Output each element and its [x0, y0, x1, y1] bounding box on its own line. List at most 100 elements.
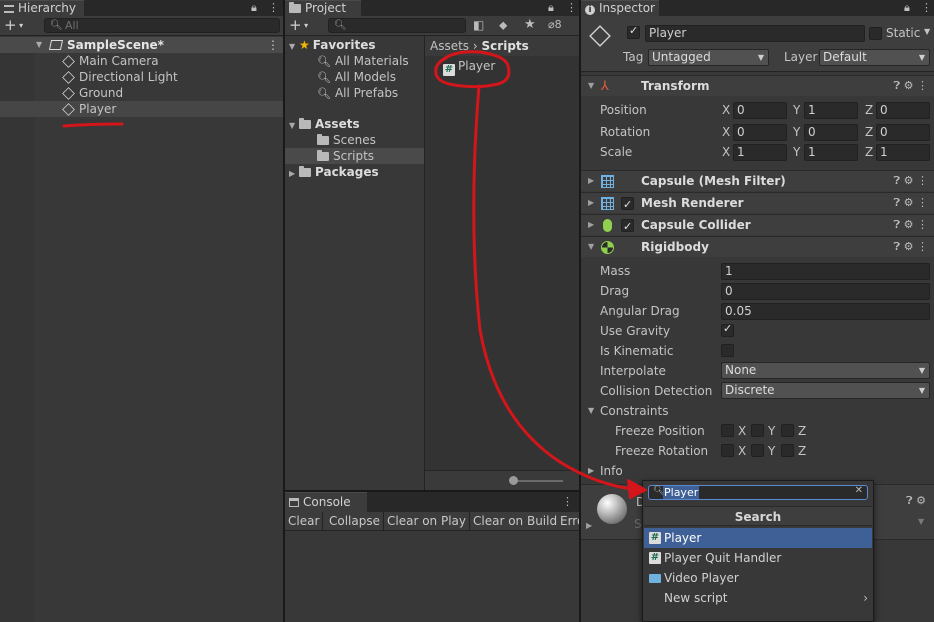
icon-size-slider-track[interactable] — [515, 480, 563, 482]
capsule-collider-enabled-checkbox[interactable] — [621, 217, 634, 237]
position-z-field[interactable]: 0 — [876, 102, 930, 119]
position-y-field[interactable]: 1 — [804, 102, 858, 119]
expand-triangle-icon[interactable]: ▼ — [588, 406, 594, 415]
rotation-z-field[interactable]: 0 — [876, 124, 930, 141]
hierarchy-search-input[interactable]: 🔍︎ All — [44, 18, 280, 33]
kebab-menu-icon[interactable]: ⋮ — [562, 495, 573, 508]
script-asset-player[interactable]: # Player — [425, 58, 579, 76]
use-gravity-checkbox[interactable] — [721, 322, 734, 337]
kebab-menu-icon[interactable]: ⋮ — [566, 1, 577, 14]
capsule-collider-header[interactable]: ▶ Capsule Collider ❓︎ ⚙︎ ⋮ — [581, 214, 934, 237]
freeze-position-y-checkbox[interactable] — [751, 424, 764, 437]
hierarchy-item[interactable]: Ground — [0, 85, 283, 101]
constraints-foldout[interactable]: Constraints — [600, 404, 668, 418]
freeze-position-z-checkbox[interactable] — [781, 424, 794, 437]
breadcrumb-assets[interactable]: Assets — [430, 39, 469, 53]
scale-y-field[interactable]: 1 — [804, 144, 858, 161]
console-clear-on-build-button[interactable]: Clear on Build — [470, 512, 562, 530]
collapsed-triangle-icon[interactable]: ▶ — [588, 466, 594, 475]
tab-inspector[interactable]: i Inspector — [581, 0, 659, 16]
lock-icon[interactable]: 🔒︎ — [904, 1, 910, 15]
rotation-x-field[interactable]: 0 — [733, 124, 787, 141]
mesh-filter-header[interactable]: ▶ Capsule (Mesh Filter) ❓︎ ⚙︎ ⋮ — [581, 170, 934, 191]
search-by-type-icon[interactable]: ◧ — [473, 18, 484, 32]
object-name-field[interactable]: Player — [645, 25, 865, 42]
interpolate-dropdown[interactable]: None ▼ — [721, 362, 930, 379]
console-error-pause-button[interactable]: Erro — [557, 512, 579, 530]
shader-dropdown-arrow-icon[interactable]: ▼ — [918, 517, 924, 526]
scene-row[interactable]: ▼ SampleScene* ⋮ — [0, 37, 283, 53]
tag-dropdown[interactable]: Untagged ▼ — [648, 49, 769, 66]
static-dropdown-arrow-icon[interactable]: ▼ — [924, 27, 930, 36]
create-asset-button[interactable]: + ▾ — [289, 17, 308, 34]
angular-drag-field[interactable]: 0.05 — [721, 303, 930, 320]
static-checkbox[interactable] — [869, 27, 882, 40]
component-help-settings-menu-icons[interactable]: ❓︎ ⚙︎ ⋮ — [894, 193, 928, 213]
gameobject-header: Player Static ▼ Tag Untagged▼ Layer Defa… — [581, 16, 934, 72]
freeze-rotation-x-checkbox[interactable] — [721, 444, 734, 457]
tab-console[interactable]: Console — [285, 492, 367, 512]
freeze-rotation-y-checkbox[interactable] — [751, 444, 764, 457]
mesh-renderer-header[interactable]: ▶ Mesh Renderer ❓︎ ⚙︎ ⋮ — [581, 192, 934, 215]
mesh-renderer-enabled-checkbox[interactable] — [621, 195, 634, 215]
kebab-menu-icon[interactable]: ⋮ — [921, 1, 932, 14]
gameobject-large-icon — [589, 25, 611, 47]
kebab-menu-icon[interactable]: ⋮ — [268, 1, 279, 14]
favorites-folder[interactable]: ▼ ★ Favorites — [285, 37, 424, 53]
expand-triangle-icon: ▼ — [588, 81, 595, 90]
icon-size-slider-handle[interactable] — [509, 476, 518, 485]
hierarchy-item[interactable]: Directional Light — [0, 69, 283, 85]
asset-folder-item-selected[interactable]: Scripts — [285, 148, 424, 164]
favorite-item[interactable]: 🔍︎ All Models — [285, 69, 424, 85]
transform-header[interactable]: ▼ ⅄ Transform ❓︎ ⚙︎ ⋮ — [581, 75, 934, 96]
position-x-field[interactable]: 0 — [733, 102, 787, 119]
hierarchy-item-selected[interactable]: Player — [0, 101, 283, 117]
collapsed-triangle-icon[interactable]: ▶ — [586, 521, 592, 530]
hierarchy-item[interactable]: Main Camera — [0, 53, 283, 69]
component-help-settings-menu-icons[interactable]: ❓︎ ⚙︎ ⋮ — [894, 76, 928, 96]
component-help-settings-menu-icons[interactable]: ❓︎ ⚙︎ ⋮ — [894, 215, 928, 235]
search-by-label-icon[interactable]: ⬥ — [499, 18, 507, 33]
freeze-position-x-checkbox[interactable] — [721, 424, 734, 437]
drag-field[interactable]: 0 — [721, 283, 930, 300]
console-collapse-button[interactable]: Collapse — [326, 512, 384, 530]
search-icon: 🔍︎ — [50, 20, 63, 31]
scale-x-field[interactable]: 1 — [733, 144, 787, 161]
popup-item-player[interactable]: # Player — [644, 528, 872, 548]
favorite-item[interactable]: 🔍︎ All Prefabs — [285, 85, 424, 101]
popup-item-video-player[interactable]: Video Player — [644, 568, 872, 588]
console-clear-on-play-button[interactable]: Clear on Play — [384, 512, 470, 530]
tab-project[interactable]: Project — [285, 0, 361, 16]
rigidbody-header[interactable]: ▼ Rigidbody ❓︎ ⚙︎ ⋮ — [581, 236, 934, 257]
favorite-item[interactable]: 🔍︎ All Materials — [285, 53, 424, 69]
lock-icon[interactable]: 🔒︎ — [548, 1, 554, 15]
component-help-settings-menu-icons[interactable]: ❓︎ ⚙︎ ⋮ — [894, 237, 928, 257]
active-checkbox[interactable] — [627, 24, 640, 39]
layer-dropdown[interactable]: Default ▼ — [819, 49, 930, 66]
tab-hierarchy[interactable]: Hierarchy — [0, 0, 84, 16]
scene-menu-icon[interactable]: ⋮ — [267, 37, 279, 53]
mass-field[interactable]: 1 — [721, 263, 930, 280]
popup-item-player-quit-handler[interactable]: # Player Quit Handler — [644, 548, 872, 568]
material-help-settings-icons[interactable]: ❓︎ ⚙︎ — [906, 494, 926, 508]
popup-item-new-script[interactable]: New script › — [644, 588, 872, 608]
is-kinematic-checkbox[interactable] — [721, 344, 734, 357]
freeze-rotation-z-checkbox[interactable] — [781, 444, 794, 457]
console-clear-button[interactable]: Clear — [285, 512, 324, 530]
rotation-y-field[interactable]: 0 — [804, 124, 858, 141]
component-help-settings-menu-icons[interactable]: ❓︎ ⚙︎ ⋮ — [894, 171, 928, 191]
info-foldout[interactable]: Info — [600, 464, 623, 478]
assets-folder[interactable]: ▼ Assets — [285, 116, 424, 132]
collision-detection-dropdown[interactable]: Discrete ▼ — [721, 382, 930, 399]
project-search-input[interactable]: 🔍︎ — [328, 18, 466, 33]
lock-icon[interactable]: 🔒︎ — [251, 1, 257, 15]
packages-folder[interactable]: ▶ Packages — [285, 164, 424, 180]
scale-z-field[interactable]: 1 — [876, 144, 930, 161]
asset-folder-item[interactable]: Scenes — [285, 132, 424, 148]
favorite-star-icon[interactable]: ★ — [524, 17, 536, 32]
add-object-button[interactable]: + ▾ — [4, 17, 23, 34]
component-search-input[interactable]: 🔍︎ Player ✕ — [648, 485, 868, 500]
clear-search-icon[interactable]: ✕ — [855, 485, 863, 496]
breadcrumb-scripts[interactable]: Scripts — [482, 39, 529, 53]
hidden-packages-icon[interactable]: ⌀8 — [548, 18, 562, 31]
